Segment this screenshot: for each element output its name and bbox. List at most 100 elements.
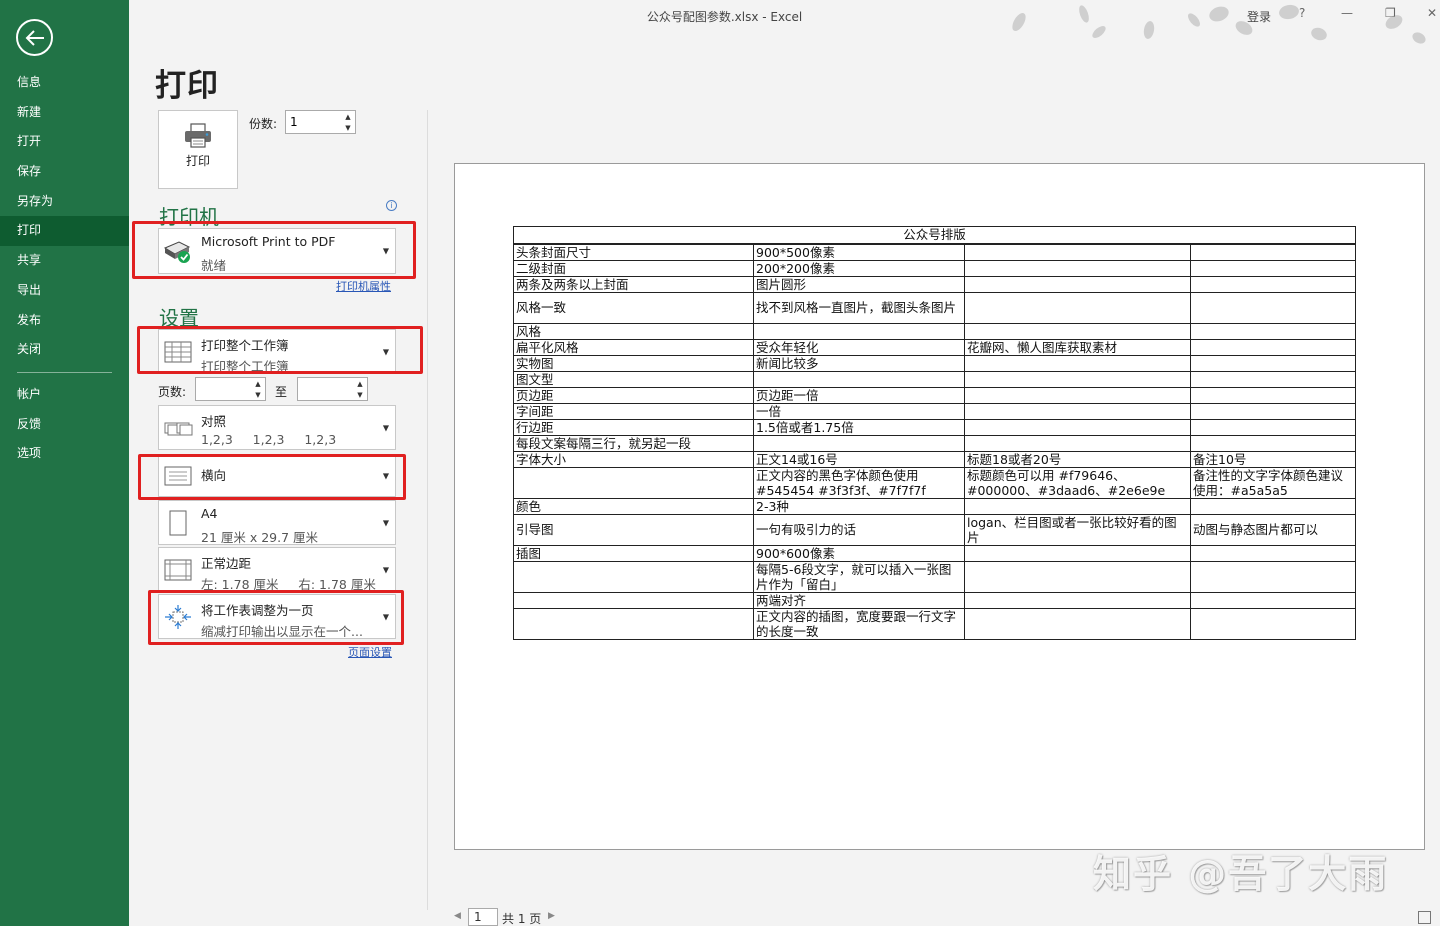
table-cell: 字间距 [513, 402, 754, 420]
nav-item-account[interactable]: 帐户 [0, 380, 129, 410]
next-page-icon[interactable]: ▶ [548, 911, 555, 921]
info-icon[interactable]: i [386, 200, 397, 211]
table-cell [1190, 322, 1356, 340]
table-cell: 每隔5-6段文字，就可以插入一张图片作为「留白」 [753, 560, 965, 593]
nav-item-new[interactable]: 新建 [0, 98, 129, 128]
table-cell [964, 418, 1191, 436]
copies-up-icon[interactable]: ▲ [343, 112, 353, 122]
nav-item-save[interactable]: 保存 [0, 157, 129, 187]
copies-input[interactable] [286, 111, 336, 133]
nav-item-publish[interactable]: 发布 [0, 306, 129, 336]
table-cell [1190, 275, 1356, 293]
watermark: 知乎 @吾了大雨 [1093, 852, 1389, 896]
nav-item-share[interactable]: 共享 [0, 246, 129, 276]
table-cell [1190, 591, 1356, 609]
table-cell: 正文14或16号 [753, 450, 965, 468]
minimize-icon[interactable]: — [1341, 6, 1353, 20]
restore-icon[interactable]: ❐ [1385, 6, 1396, 20]
prev-page-icon[interactable]: ◀ [454, 911, 461, 921]
table-cell [1190, 402, 1356, 420]
login-link[interactable]: 登录 [1247, 8, 1271, 25]
zoom-to-page-icon[interactable] [1418, 911, 1431, 924]
page-from-down-icon[interactable]: ▼ [253, 390, 263, 400]
table-cell: 页边距 [513, 386, 754, 404]
print-preview-page: 公众号排版 头条封面尺寸 900*500像素 二级封面 200*200像素 两条及两条以… [454, 163, 1425, 850]
page-to-down-icon[interactable]: ▼ [355, 390, 365, 400]
nav-item-open[interactable]: 打开 [0, 127, 129, 157]
chevron-down-icon: ▼ [382, 518, 389, 527]
table-cell: 找不到风格一直图片，截图头条图片 [753, 291, 965, 324]
table-cell [1190, 544, 1356, 562]
table-cell: 字体大小 [513, 450, 754, 468]
panel-divider [427, 110, 428, 910]
collate-select[interactable]: 对照 1,2,3 1,2,3 1,2,3 ▼ [158, 405, 396, 450]
back-arrow-icon[interactable] [16, 19, 53, 56]
table-cell [1190, 243, 1356, 261]
copies-down-icon[interactable]: ▼ [343, 123, 353, 133]
scaling-select[interactable]: 将工作表调整为一页 缩减打印输出以显示在一个... ▼ [158, 594, 396, 639]
table-row: 两条及两条以上封面 图片圆形 [513, 275, 1356, 293]
total-pages: 共 1 页 [502, 912, 542, 926]
nav-item-export[interactable]: 导出 [0, 276, 129, 306]
printer-properties-link[interactable]: 打印机属性 [336, 278, 391, 294]
window-title: 公众号配图参数.xlsx - Excel [646, 10, 803, 24]
table-cell [964, 591, 1191, 609]
nav-item-save-as[interactable]: 另存为 [0, 187, 129, 217]
copies-stepper[interactable]: ▲ ▼ [285, 110, 356, 134]
margins-select[interactable]: 正常边距 左: 1.78 厘米 右: 1.78 厘米 ▼ [158, 547, 396, 592]
table-cell [964, 497, 1191, 515]
orientation-label: 横向 [201, 468, 227, 483]
page-from-up-icon[interactable]: ▲ [253, 379, 263, 389]
page-from-stepper[interactable]: ▲ ▼ [195, 377, 266, 401]
table-cell: 实物图 [513, 354, 754, 372]
table-cell [1190, 291, 1356, 324]
table-row: 页边距 页边距一倍 [513, 386, 1356, 404]
table-row: 正文内容的黑色字体颜色使用#545454 #3f3f3f、#7f7f7f 标题颜色… [513, 466, 1356, 499]
close-icon[interactable]: ✕ [1427, 6, 1437, 20]
table-cell: 200*200像素 [753, 259, 965, 277]
table-cell: 图文型 [513, 370, 754, 388]
table-cell [964, 434, 1191, 452]
table-cell: 一句有吸引力的话 [753, 513, 965, 546]
orientation-select[interactable]: 横向 ▼ [158, 455, 396, 497]
table-cell: 花瓣网、懒人图库获取素材 [964, 338, 1191, 356]
table-row: 字间距 一倍 [513, 402, 1356, 420]
table-caption: 公众号排版 [513, 226, 1356, 245]
page-to-up-icon[interactable]: ▲ [355, 379, 365, 389]
table-cell: 正文内容的黑色字体颜色使用#545454 #3f3f3f、#7f7f7f [753, 466, 965, 499]
table-row: 图文型 [513, 370, 1356, 388]
nav-item-feedback[interactable]: 反馈 [0, 410, 129, 440]
scaling-sub: 缩减打印输出以显示在一个... [201, 624, 363, 639]
table-cell [964, 275, 1191, 293]
chevron-down-icon: ▼ [382, 423, 389, 432]
nav-item-close[interactable]: 关闭 [0, 335, 129, 365]
to-label: 至 [275, 385, 288, 399]
table-cell: 标题颜色可以用 #f79646、#000000、#3daad6、#2e6e9e [964, 466, 1191, 499]
margins-sub: 左: 1.78 厘米 右: 1.78 厘米 [201, 577, 376, 592]
table-cell: 每段文案每隔三行，就另起一段 [513, 434, 754, 452]
table-cell [964, 259, 1191, 277]
help-icon[interactable]: ? [1299, 6, 1305, 20]
nav-item-info[interactable]: 信息 [0, 68, 129, 98]
table-cell [964, 402, 1191, 420]
paper-size-sub: 21 厘米 x 29.7 厘米 [201, 530, 319, 545]
collate-sub: 1,2,3 1,2,3 1,2,3 [201, 432, 337, 447]
print-button[interactable]: 打印 [158, 110, 238, 189]
nav-divider [17, 371, 112, 373]
print-scope-select[interactable]: 打印整个工作簿 打印整个工作簿 ▼ [158, 329, 396, 374]
margins-title: 正常边距 [201, 556, 252, 571]
table-cell: 风格一致 [513, 291, 754, 324]
printer-select[interactable]: Microsoft Print to PDF 就绪 ▼ [158, 228, 396, 274]
table-cell [964, 560, 1191, 593]
table-row: 实物图 新闻比较多 [513, 354, 1356, 372]
chevron-down-icon: ▼ [382, 246, 389, 256]
nav-item-print[interactable]: 打印 [0, 216, 129, 247]
table-cell: 标题18或者20号 [964, 450, 1191, 468]
nav-item-options[interactable]: 选项 [0, 439, 129, 469]
page-to-stepper[interactable]: ▲ ▼ [297, 377, 368, 401]
current-page-input[interactable]: 1 [468, 908, 498, 926]
table-cell [513, 591, 754, 609]
table-cell [1190, 418, 1356, 436]
page-setup-link[interactable]: 页面设置 [348, 644, 392, 660]
paper-size-select[interactable]: A4 21 厘米 x 29.7 厘米 ▼ [158, 500, 396, 545]
